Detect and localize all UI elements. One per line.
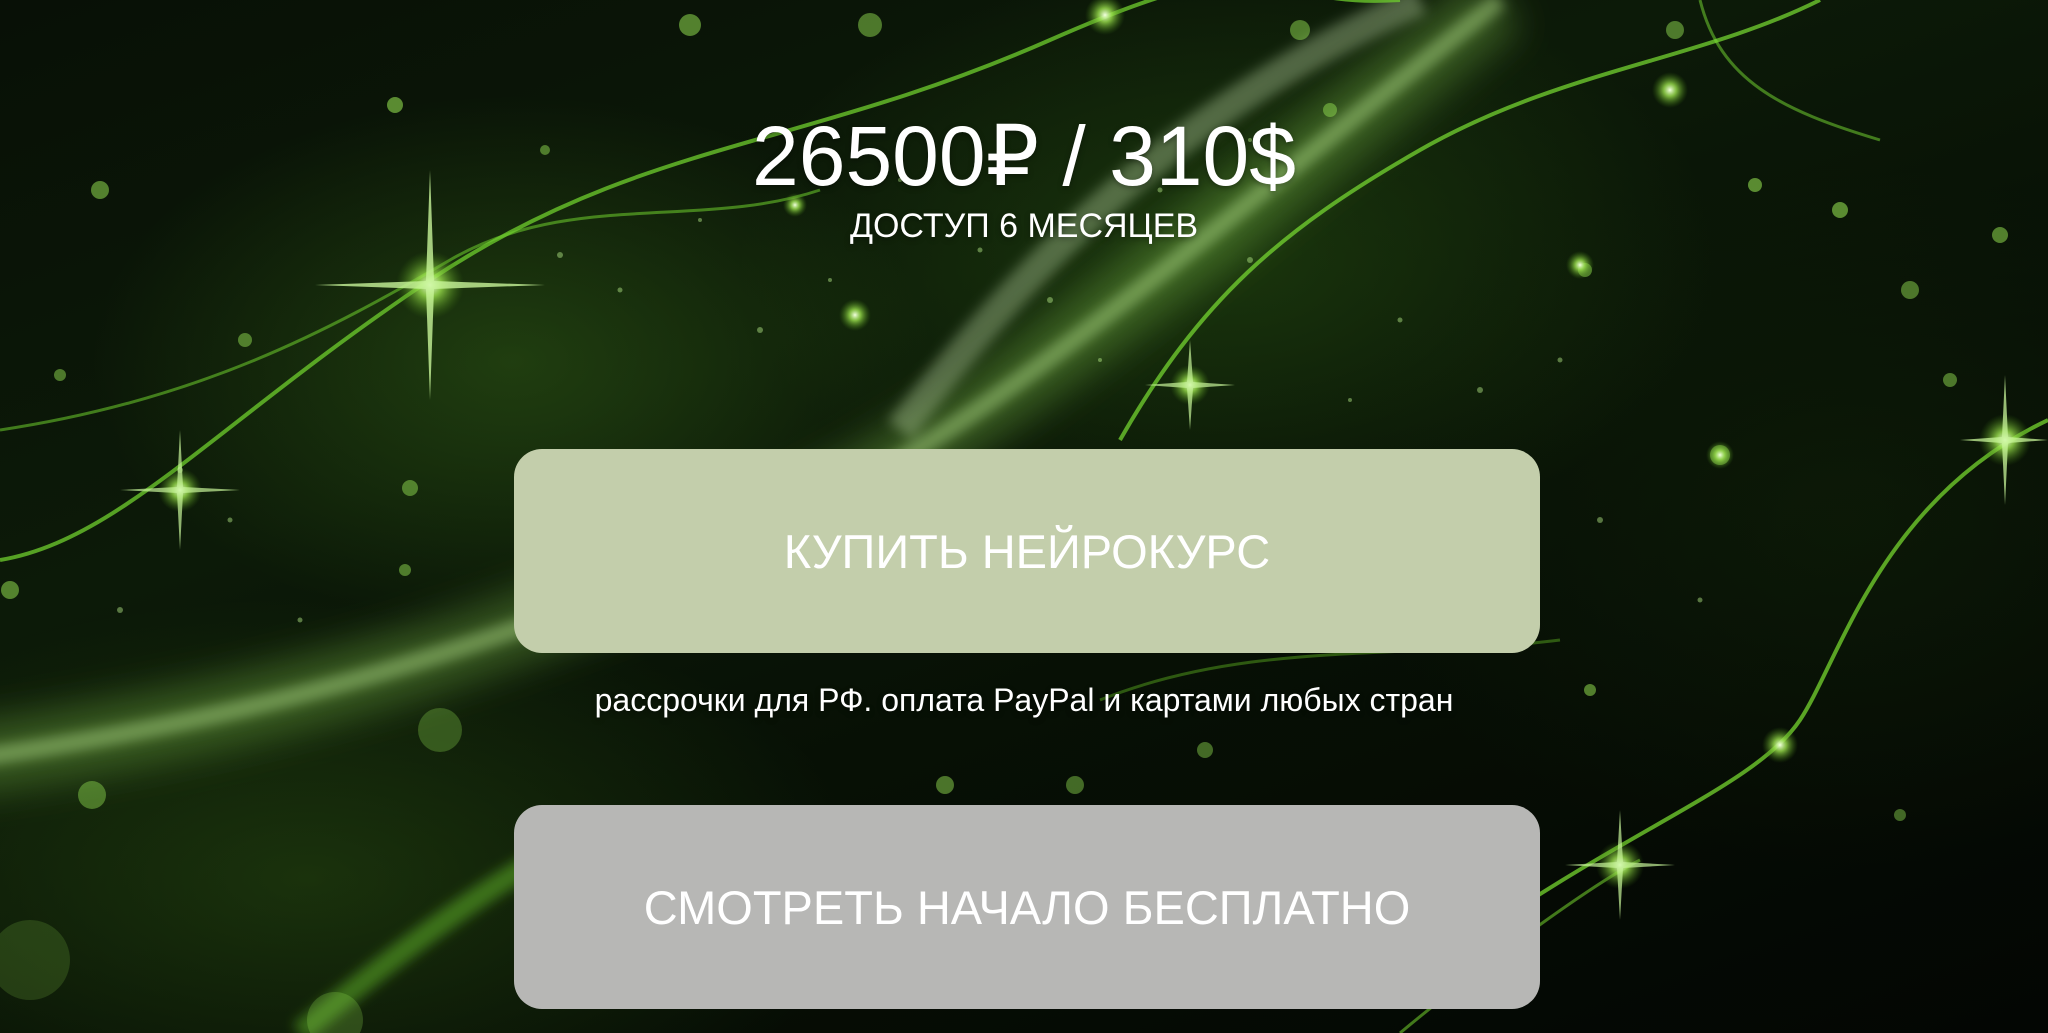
payment-options-note: рассрочки для РФ. оплата PayPal и картам… bbox=[594, 682, 1454, 718]
offer-section: 26500₽ / 310$ ДОСТУП 6 МЕСЯЦЕВ КУПИТЬ НЕ… bbox=[0, 0, 2048, 1033]
access-duration-label: ДОСТУП 6 МЕСЯЦЕВ bbox=[849, 207, 1199, 245]
buy-course-button[interactable]: КУПИТЬ НЕЙРОКУРС bbox=[514, 449, 1540, 653]
price-heading: 26500₽ / 310$ bbox=[752, 109, 1296, 203]
watch-free-preview-button[interactable]: СМОТРЕТЬ НАЧАЛО БЕСПЛАТНО bbox=[514, 805, 1540, 1009]
